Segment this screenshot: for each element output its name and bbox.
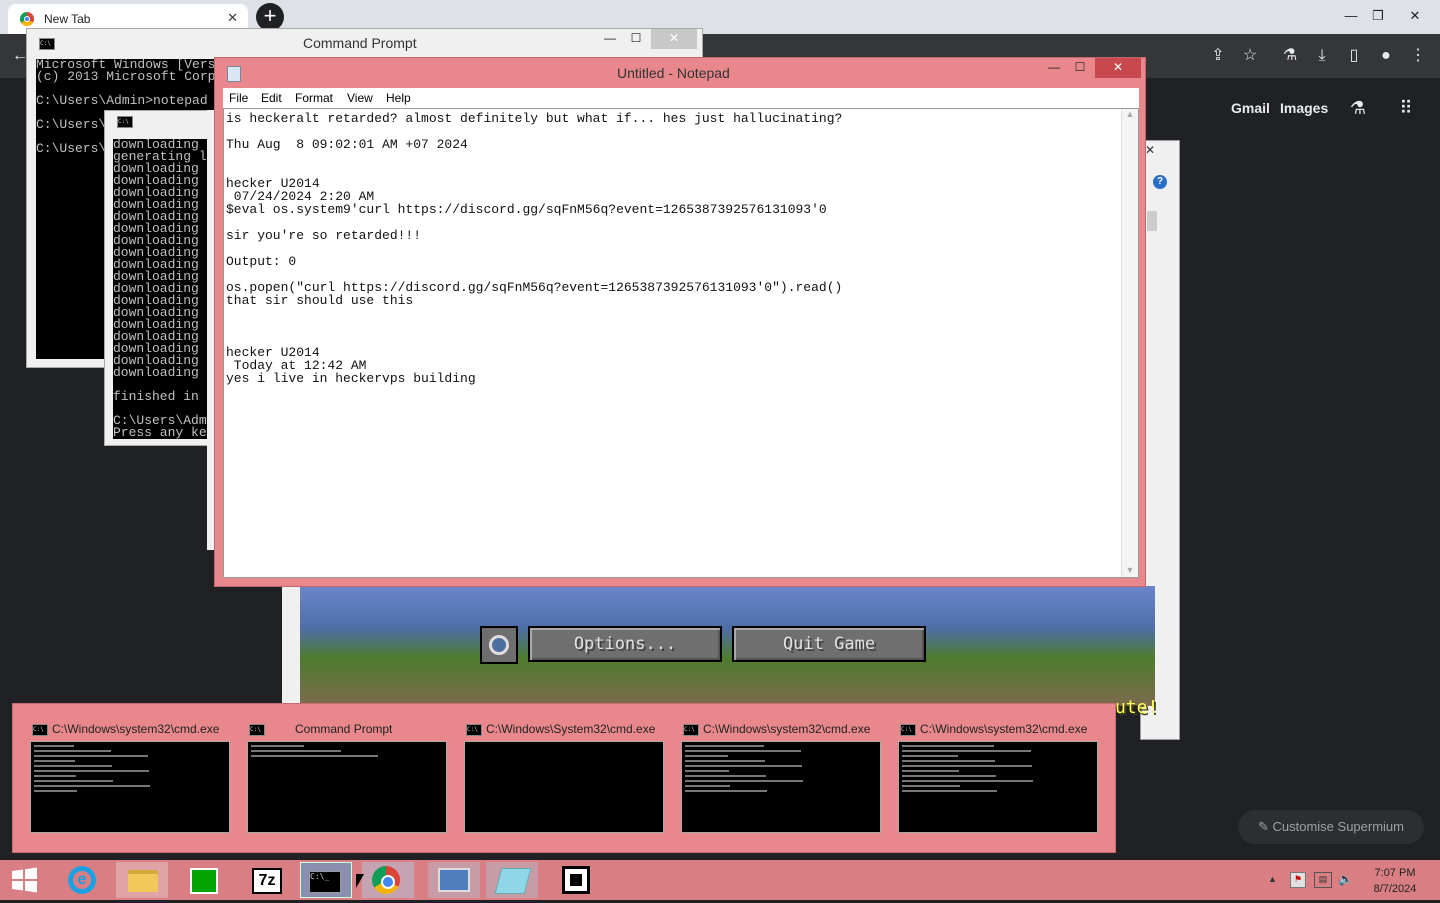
notepad-title: Untitled - Notepad bbox=[617, 65, 730, 81]
help-icon[interactable]: ? bbox=[1153, 175, 1167, 189]
internet-explorer-icon[interactable]: e bbox=[58, 862, 110, 898]
share-icon[interactable]: ⇪ bbox=[1208, 46, 1228, 66]
cmd-minimize-button[interactable]: — bbox=[597, 29, 623, 49]
notepad-maximize-button[interactable]: ☐ bbox=[1067, 58, 1093, 78]
labs-icon[interactable]: ⚗ bbox=[1280, 46, 1300, 66]
cmd-window-title: Command Prompt bbox=[303, 35, 417, 51]
notepad-icon bbox=[227, 66, 241, 82]
system-clock[interactable]: 7:07 PM 8/7/2024 bbox=[1360, 865, 1430, 897]
new-tab-button[interactable]: + bbox=[256, 3, 284, 31]
thumbnail-3[interactable]: C:\ C:\Windows\System32\cmd.exe bbox=[462, 716, 674, 846]
menu-view[interactable]: View bbox=[347, 91, 373, 105]
tab-title: New Tab bbox=[44, 12, 91, 26]
thumbnail-cmd-icon: C:\ bbox=[900, 724, 916, 736]
star-icon[interactable]: ☆ bbox=[1240, 46, 1260, 66]
action-center-icon[interactable]: ⚑ bbox=[1290, 872, 1306, 888]
thumbnail-5[interactable]: C:\ C:\Windows\system32\cmd.exe bbox=[896, 716, 1108, 846]
menu-help[interactable]: Help bbox=[386, 91, 411, 105]
launcher-scrollbar[interactable] bbox=[1147, 211, 1157, 231]
minecraft-menu-background bbox=[300, 586, 1155, 706]
thumbnail-1[interactable]: C:\ C:\Windows\system32\cmd.exe bbox=[28, 716, 240, 846]
customise-button[interactable]: ✎ Customise Supermium bbox=[1238, 810, 1424, 844]
sidebar-icon[interactable]: ▯ bbox=[1344, 46, 1364, 66]
thumbnail-preview bbox=[681, 741, 881, 833]
thumbnail-title: C:\Windows\system32\cmd.exe bbox=[920, 722, 1088, 736]
download-icon[interactable]: ⤓ bbox=[1312, 46, 1332, 66]
thumbnail-title: C:\Windows\system32\cmd.exe bbox=[703, 722, 871, 736]
profile-icon[interactable]: ● bbox=[1376, 46, 1396, 66]
gmail-link[interactable]: Gmail bbox=[1231, 100, 1270, 116]
remote-desktop-icon[interactable] bbox=[428, 862, 480, 898]
thumbnail-cmd-icon: C:\ bbox=[683, 724, 699, 736]
menu-edit[interactable]: Edit bbox=[261, 91, 282, 105]
thumbnail-cmd-icon: C:\ bbox=[32, 724, 48, 736]
minecraft-window-frame bbox=[282, 586, 302, 706]
thumbnail-cmd-icon: C:\ bbox=[249, 724, 265, 736]
mouse-cursor-icon bbox=[356, 874, 364, 888]
thumbnail-preview bbox=[464, 741, 664, 833]
thumbnail-cmd-icon: C:\ bbox=[466, 724, 482, 736]
apps-grid-icon[interactable]: ⠿ bbox=[1396, 98, 1416, 118]
cmd-window-icon: C:\ bbox=[39, 38, 55, 50]
notepad-window: Untitled - Notepad — ☐ ✕ File Edit Forma… bbox=[214, 57, 1146, 587]
7zip-icon[interactable]: 7z bbox=[240, 862, 292, 898]
thumbnail-2[interactable]: C:\ Command Prompt bbox=[245, 716, 457, 846]
thumbnail-4[interactable]: C:\ C:\Windows\system32\cmd.exe bbox=[679, 716, 891, 846]
file-explorer-icon[interactable] bbox=[116, 862, 168, 898]
thumbnail-title: Command Prompt bbox=[295, 722, 393, 736]
notepad-minimize-button[interactable]: — bbox=[1041, 58, 1067, 78]
language-button[interactable] bbox=[480, 626, 518, 664]
chrome-taskbar-icon[interactable] bbox=[362, 862, 414, 898]
browser-close-button[interactable]: ✕ bbox=[1392, 0, 1438, 34]
cmd-close-button[interactable]: ✕ bbox=[651, 29, 697, 49]
clock-time: 7:07 PM bbox=[1374, 867, 1416, 879]
volume-icon[interactable]: 🔈 bbox=[1338, 872, 1353, 886]
menu-file[interactable]: File bbox=[229, 91, 248, 105]
images-link[interactable]: Images bbox=[1280, 100, 1328, 116]
options-button[interactable]: Options... bbox=[528, 626, 722, 662]
minecraft-icon[interactable] bbox=[550, 862, 602, 898]
chrome-icon bbox=[20, 12, 34, 26]
tab-close-button[interactable]: ✕ bbox=[227, 10, 238, 26]
globe-icon bbox=[489, 635, 509, 655]
cmd-taskbar-icon[interactable]: C:\_ bbox=[300, 862, 352, 898]
thumbnail-title: C:\Windows\System32\cmd.exe bbox=[486, 722, 656, 736]
notepad-menubar: File Edit Format View Help bbox=[223, 88, 1139, 108]
store-icon[interactable] bbox=[178, 862, 230, 898]
menu-icon[interactable]: ⋮ bbox=[1408, 46, 1428, 66]
customise-label: Customise Supermium bbox=[1272, 819, 1405, 834]
notepad-editor[interactable]: is heckeralt retarded? almost definitely… bbox=[223, 108, 1139, 578]
network-icon[interactable]: ▤ bbox=[1314, 872, 1332, 888]
notepad-close-button[interactable]: ✕ bbox=[1095, 58, 1141, 78]
thumbnail-preview bbox=[247, 741, 447, 833]
start-button[interactable] bbox=[4, 862, 56, 898]
thumbnail-preview bbox=[30, 741, 230, 833]
notepad-scrollbar[interactable]: ▲ ▼ bbox=[1121, 109, 1138, 577]
clock-date: 8/7/2024 bbox=[1373, 883, 1417, 895]
pencil-icon: ✎ bbox=[1257, 819, 1273, 834]
notepad-text-content[interactable]: is heckeralt retarded? almost definitely… bbox=[226, 112, 842, 385]
notepad-taskbar-icon[interactable] bbox=[486, 862, 538, 898]
labs-flask-icon[interactable]: ⚗ bbox=[1348, 98, 1368, 118]
thumbnail-title: C:\Windows\system32\cmd.exe bbox=[52, 722, 220, 736]
cmd-maximize-button[interactable]: ☐ bbox=[623, 29, 649, 49]
launcher-close-icon[interactable]: ✕ bbox=[1145, 143, 1155, 157]
menu-format[interactable]: Format bbox=[295, 91, 333, 105]
splash-text: ute! bbox=[1115, 697, 1159, 718]
thumbnail-preview bbox=[898, 741, 1098, 833]
cmd-mid-icon: C:\ bbox=[117, 116, 133, 128]
tray-expand-icon[interactable]: ▲ bbox=[1268, 874, 1277, 884]
quit-game-button[interactable]: Quit Game bbox=[732, 626, 926, 662]
cmd-window-mid: C:\ downloading c generating la download… bbox=[104, 110, 225, 446]
